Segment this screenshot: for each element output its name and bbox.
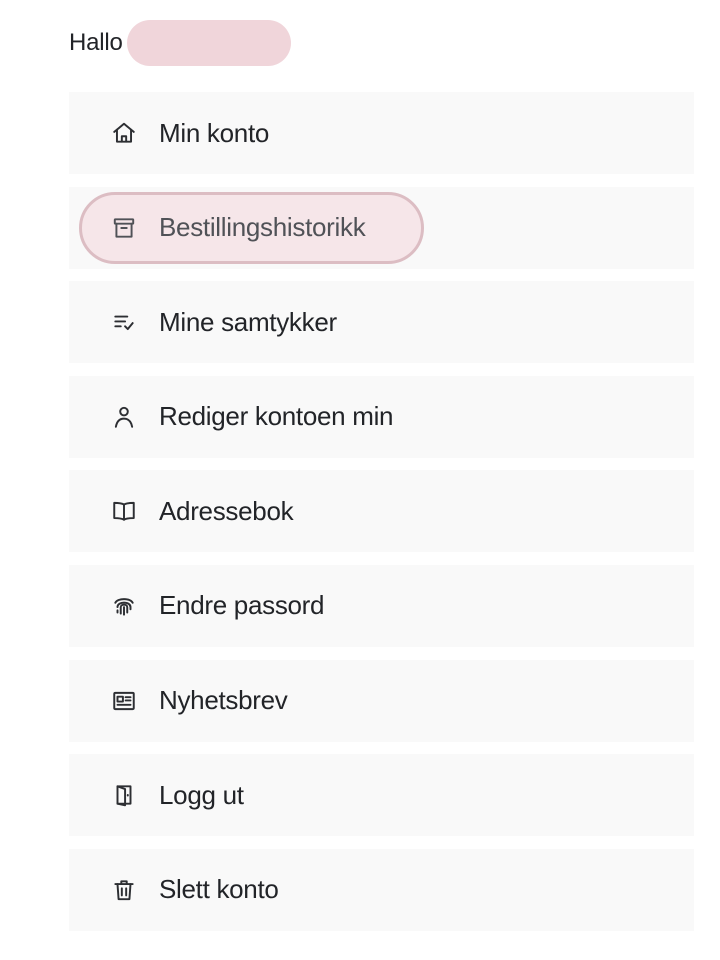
menu-item-label: Slett konto — [159, 874, 279, 905]
menu-item-adressebok[interactable]: Adressebok — [69, 470, 694, 553]
menu-item-label: Rediger kontoen min — [159, 401, 394, 432]
menu-item-slett-konto[interactable]: Slett konto — [69, 848, 694, 931]
menu-item-mine-samtykker[interactable]: Mine samtykker — [69, 281, 694, 364]
menu-item-label: Adressebok — [159, 495, 294, 526]
greeting: Hallo — [69, 20, 291, 66]
newspaper-icon — [110, 687, 138, 715]
menu-item-label: Bestillingshistorikk — [159, 212, 366, 243]
menu-item-label: Logg ut — [159, 779, 244, 810]
trash-icon — [110, 876, 138, 904]
menu-item-min-konto[interactable]: Min konto — [69, 92, 694, 174]
menu-item-label: Mine samtykker — [159, 306, 337, 337]
menu-item-label: Endre passord — [159, 590, 325, 621]
menu-item-nyhetsbrev[interactable]: Nyhetsbrev — [69, 659, 694, 742]
user-icon — [110, 403, 138, 431]
menu-item-label: Nyhetsbrev — [159, 685, 288, 716]
menu-item-endre-passord[interactable]: Endre passord — [69, 564, 694, 647]
book-icon — [110, 497, 138, 525]
menu-item-rediger-kontoen-min[interactable]: Rediger kontoen min — [69, 375, 694, 458]
greeting-text: Hallo — [69, 29, 123, 56]
door-exit-icon — [110, 781, 138, 809]
archive-icon — [110, 214, 138, 242]
menu-item-logg-ut[interactable]: Logg ut — [69, 754, 694, 837]
list-check-icon — [110, 308, 138, 336]
fingerprint-icon — [110, 592, 138, 620]
menu-item-label: Min konto — [159, 117, 270, 148]
menu-item-bestillingshistorikk[interactable]: Bestillingshistorikk — [69, 186, 694, 269]
account-menu: Min konto Bestillingshistorikk Mine samt… — [69, 92, 694, 943]
home-icon — [110, 119, 138, 147]
user-name-redacted — [126, 20, 291, 66]
